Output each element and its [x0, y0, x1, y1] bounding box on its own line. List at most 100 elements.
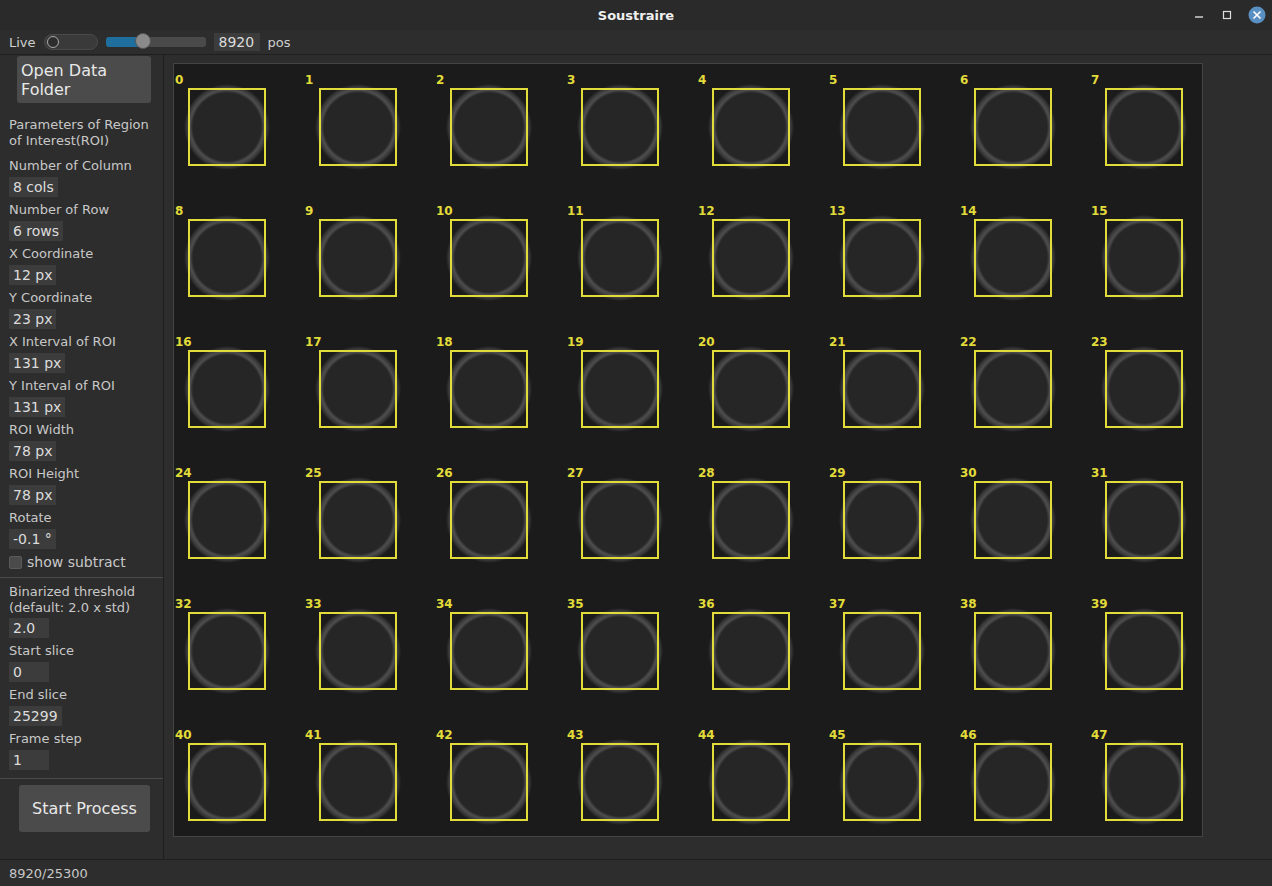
roi-box[interactable]	[843, 88, 921, 166]
open-folder-button[interactable]: Open Data Folder	[17, 56, 151, 103]
param-value[interactable]: 25299	[9, 706, 62, 726]
roi-box[interactable]	[581, 612, 659, 690]
param-label: Rotate	[9, 509, 52, 527]
process-param: Frame step1	[9, 730, 157, 770]
roi-box[interactable]	[843, 743, 921, 821]
close-icon[interactable]	[1248, 6, 1266, 24]
param-label: Number of Column	[9, 157, 132, 175]
show-subtract-checkbox[interactable]: show subtract	[9, 553, 157, 571]
roi-box[interactable]	[188, 743, 266, 821]
process-param: Start slice0	[9, 642, 157, 682]
roi-box[interactable]	[188, 350, 266, 428]
roi-param: X Interval of ROI131 px	[9, 333, 157, 373]
param-value[interactable]: -0.1 °	[9, 529, 56, 549]
param-value[interactable]: 78 px	[9, 441, 56, 461]
live-toggle[interactable]	[44, 34, 98, 50]
roi-label: 26	[436, 466, 453, 480]
roi-box[interactable]	[974, 743, 1052, 821]
main-area: Open Data Folder Parameters of Region of …	[0, 55, 1272, 859]
roi-label: 29	[829, 466, 846, 480]
roi-label: 12	[698, 204, 715, 218]
param-value[interactable]: 1	[9, 750, 49, 770]
roi-box[interactable]	[974, 219, 1052, 297]
param-value[interactable]: 6 rows	[9, 221, 63, 241]
minimize-icon[interactable]	[1192, 8, 1206, 22]
roi-label: 35	[567, 597, 584, 611]
roi-box[interactable]	[974, 612, 1052, 690]
roi-box[interactable]	[319, 350, 397, 428]
checkbox-box[interactable]	[9, 556, 22, 569]
roi-label: 30	[960, 466, 977, 480]
roi-box[interactable]	[319, 743, 397, 821]
roi-box[interactable]	[974, 350, 1052, 428]
roi-box[interactable]	[581, 481, 659, 559]
roi-box[interactable]	[843, 350, 921, 428]
roi-box[interactable]	[1105, 481, 1183, 559]
param-value[interactable]: 78 px	[9, 485, 56, 505]
roi-box[interactable]	[450, 481, 528, 559]
roi-box[interactable]	[188, 481, 266, 559]
roi-box[interactable]	[843, 612, 921, 690]
maximize-icon[interactable]	[1220, 8, 1234, 22]
roi-box[interactable]	[188, 612, 266, 690]
roi-param: ROI Height78 px	[9, 465, 157, 505]
roi-box[interactable]	[712, 219, 790, 297]
roi-box[interactable]	[1105, 743, 1183, 821]
roi-label: 46	[960, 728, 977, 742]
roi-label: 24	[175, 466, 192, 480]
roi-box[interactable]	[319, 219, 397, 297]
param-value[interactable]: 12 px	[9, 265, 56, 285]
roi-label: 33	[305, 597, 322, 611]
roi-box[interactable]	[319, 481, 397, 559]
position-slider[interactable]	[106, 37, 206, 47]
roi-box[interactable]	[712, 88, 790, 166]
param-value[interactable]: 23 px	[9, 309, 56, 329]
param-label: Y Coordinate	[9, 289, 92, 307]
param-value[interactable]: 0	[9, 662, 49, 682]
sidebar: Open Data Folder Parameters of Region of …	[0, 55, 164, 859]
process-param: Binarized threshold (default: 2.0 x std)…	[9, 584, 157, 638]
roi-label: 0	[175, 73, 183, 87]
roi-box[interactable]	[450, 612, 528, 690]
roi-box[interactable]	[581, 743, 659, 821]
roi-box[interactable]	[188, 219, 266, 297]
roi-box[interactable]	[843, 219, 921, 297]
roi-box[interactable]	[1105, 612, 1183, 690]
roi-box[interactable]	[712, 481, 790, 559]
roi-box[interactable]	[1105, 88, 1183, 166]
slider-thumb[interactable]	[135, 33, 151, 49]
roi-box[interactable]	[974, 481, 1052, 559]
roi-box[interactable]	[581, 350, 659, 428]
roi-heading: Parameters of Region of Interest(ROI)	[9, 117, 157, 149]
start-process-button[interactable]: Start Process	[19, 785, 150, 832]
roi-box[interactable]	[319, 88, 397, 166]
roi-box[interactable]	[712, 350, 790, 428]
roi-box[interactable]	[1105, 219, 1183, 297]
roi-label: 37	[829, 597, 846, 611]
roi-box[interactable]	[319, 612, 397, 690]
process-param: End slice25299	[9, 686, 157, 726]
roi-label: 2	[436, 73, 444, 87]
param-value[interactable]: 8 cols	[9, 177, 58, 197]
param-value[interactable]: 2.0	[9, 618, 49, 638]
roi-box[interactable]	[450, 743, 528, 821]
roi-box[interactable]	[974, 88, 1052, 166]
separator	[0, 577, 163, 578]
roi-box[interactable]	[843, 481, 921, 559]
roi-box[interactable]	[450, 350, 528, 428]
roi-param: X Coordinate12 px	[9, 245, 157, 285]
roi-box[interactable]	[450, 219, 528, 297]
roi-label: 31	[1091, 466, 1108, 480]
roi-box[interactable]	[1105, 350, 1183, 428]
param-value[interactable]: 131 px	[9, 397, 65, 417]
status-bar: 8920/25300	[0, 859, 1272, 886]
roi-box[interactable]	[188, 88, 266, 166]
roi-box[interactable]	[581, 88, 659, 166]
roi-box[interactable]	[581, 219, 659, 297]
roi-box[interactable]	[712, 743, 790, 821]
position-input[interactable]: 8920	[214, 33, 260, 51]
param-value[interactable]: 131 px	[9, 353, 65, 373]
roi-box[interactable]	[450, 88, 528, 166]
roi-label: 7	[1091, 73, 1099, 87]
roi-box[interactable]	[712, 612, 790, 690]
